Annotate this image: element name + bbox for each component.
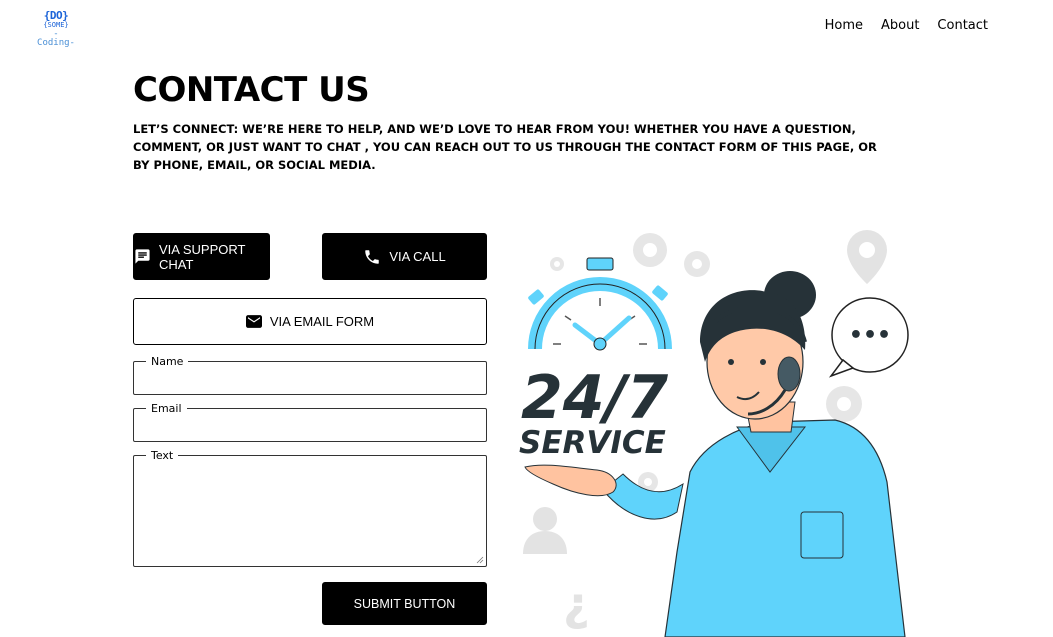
name-input[interactable] bbox=[142, 368, 478, 392]
nav-about-link[interactable]: About bbox=[881, 18, 919, 33]
badge-number: 24/7 bbox=[521, 363, 668, 433]
location-pin-icon bbox=[847, 230, 887, 284]
support-chat-button[interactable]: VIA SUPPORT CHAT bbox=[133, 233, 270, 280]
gear-icon bbox=[633, 233, 667, 267]
call-button[interactable]: VIA CALL bbox=[322, 233, 487, 280]
logo-line-2: {SOME} bbox=[43, 21, 69, 29]
name-label: Name bbox=[151, 355, 184, 368]
badge-word: SERVICE bbox=[519, 425, 666, 461]
resize-grip-icon[interactable] bbox=[476, 556, 484, 564]
phone-icon bbox=[365, 249, 380, 264]
email-fieldset: Email bbox=[133, 402, 487, 442]
question-mark-icon: ¿ bbox=[563, 577, 590, 631]
envelope-icon bbox=[245, 315, 262, 328]
page-title: CONTACT US bbox=[133, 70, 370, 110]
gear-icon bbox=[684, 251, 710, 277]
stopwatch-icon bbox=[528, 257, 672, 351]
logo-line-3: -Coding- bbox=[37, 29, 75, 48]
nav-contact-link[interactable]: Contact bbox=[937, 18, 988, 33]
gear-icon bbox=[826, 386, 862, 422]
text-fieldset: Text bbox=[133, 449, 487, 567]
call-label: VIA CALL bbox=[389, 249, 446, 264]
text-label: Text bbox=[151, 449, 174, 462]
email-input[interactable] bbox=[142, 415, 478, 439]
email-form-label: VIA EMAIL FORM bbox=[269, 314, 375, 329]
logo-line-1: {DO} bbox=[43, 9, 69, 22]
gear-icon bbox=[550, 257, 564, 271]
chat-bubble-dots: ••• bbox=[849, 323, 891, 348]
email-label: Email bbox=[151, 402, 182, 415]
intro-text: LET’S CONNECT: WE’RE HERE TO HELP, AND W… bbox=[133, 122, 877, 172]
customer-service-illustration: ¿ ••• 24/7 SERVICE bbox=[519, 230, 909, 637]
main-nav: Home About Contact bbox=[825, 18, 988, 33]
nav-home-link[interactable]: Home bbox=[825, 18, 863, 33]
user-silhouette-icon bbox=[523, 507, 567, 554]
message-textarea[interactable] bbox=[142, 462, 478, 562]
logo[interactable]: {DO} {SOME} -Coding- bbox=[36, 10, 76, 48]
chat-icon bbox=[135, 249, 150, 264]
email-form-button[interactable]: VIA EMAIL FORM bbox=[133, 298, 487, 345]
support-chat-label: VIA SUPPORT CHAT bbox=[159, 241, 246, 272]
name-fieldset: Name bbox=[133, 355, 487, 395]
chat-bubble-icon: ••• bbox=[828, 297, 909, 378]
submit-button[interactable]: SUBMIT BUTTON bbox=[322, 582, 487, 625]
